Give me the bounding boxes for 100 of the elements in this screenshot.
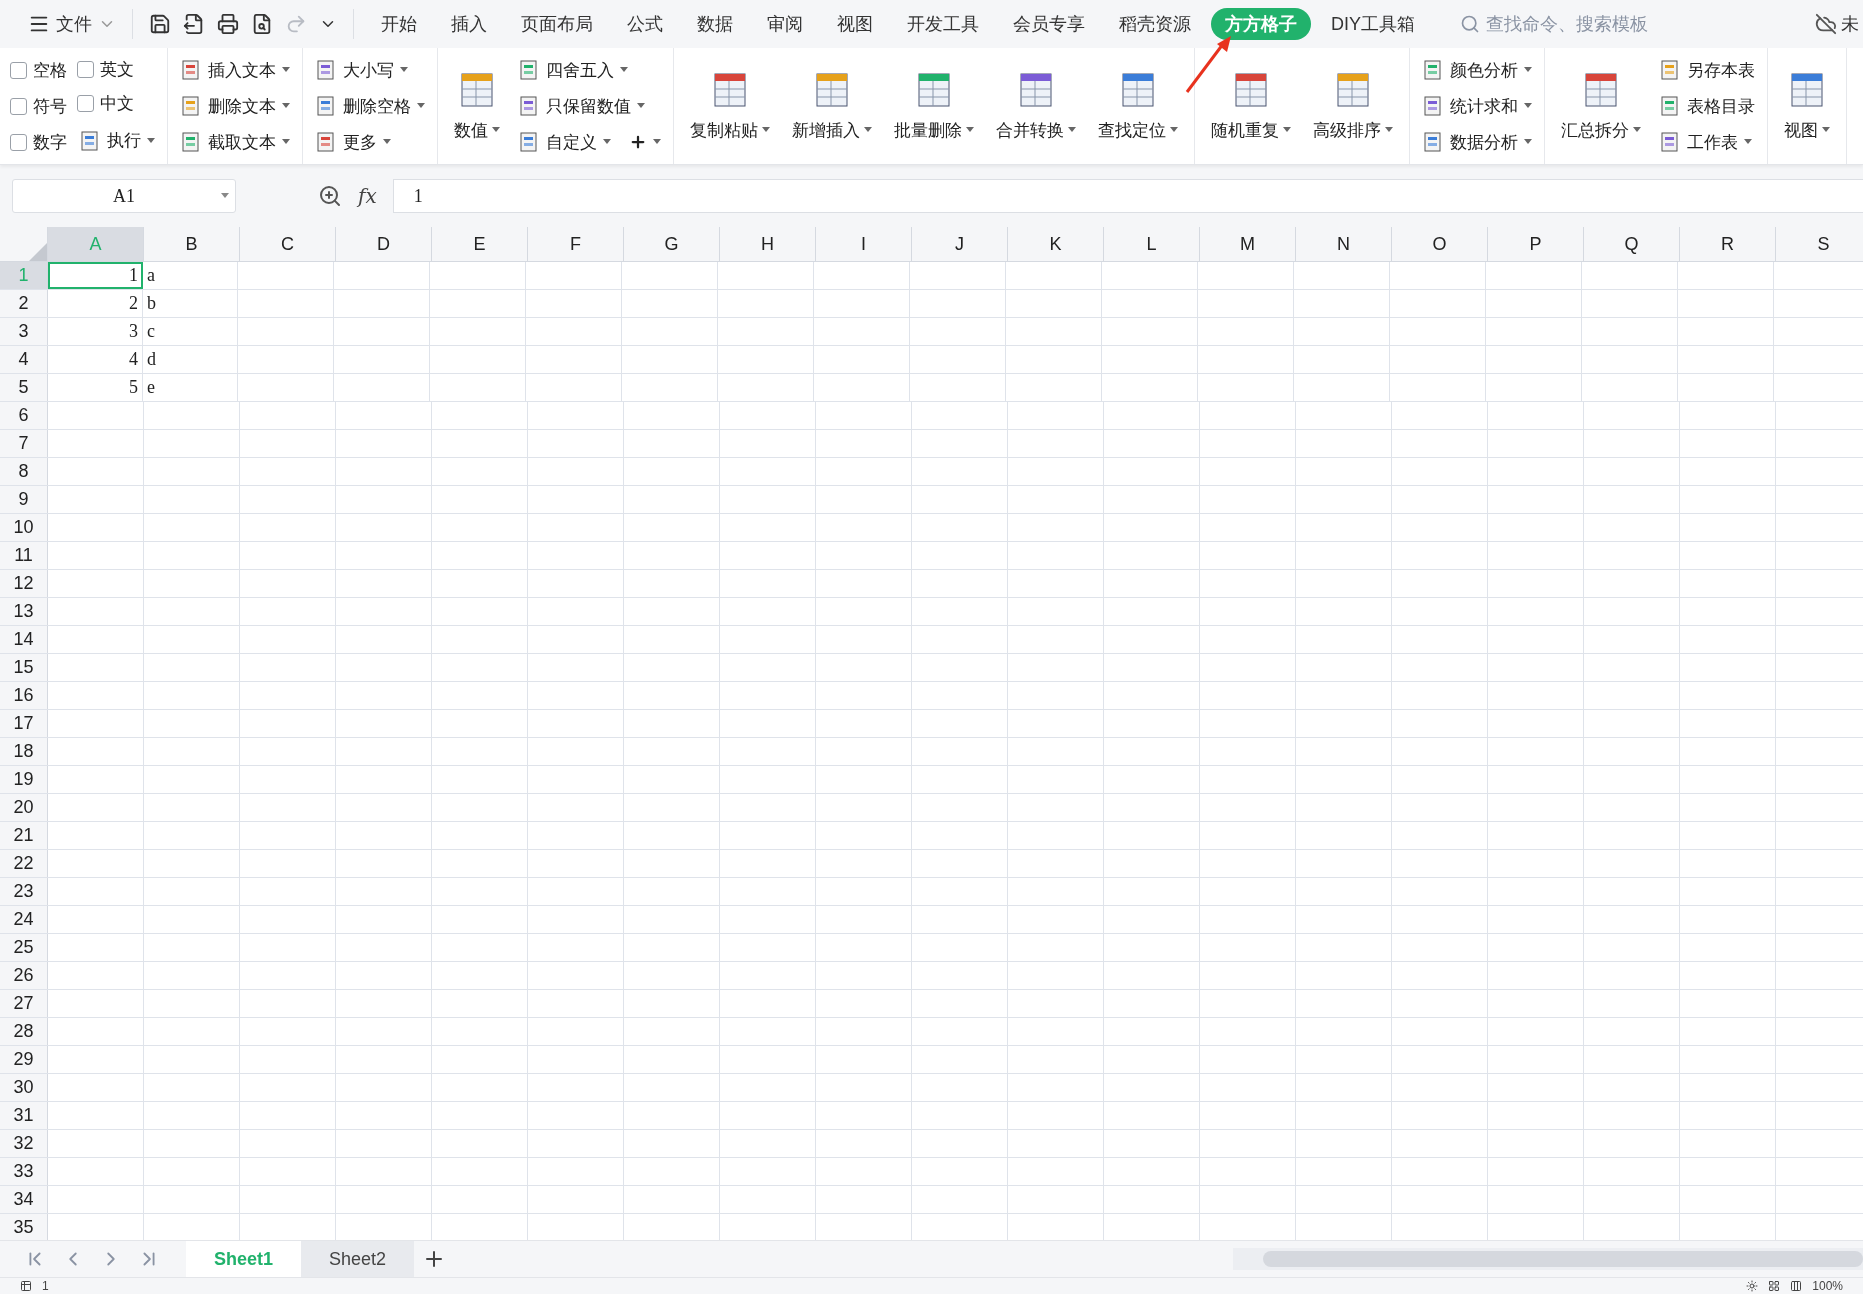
ribbon-button[interactable]: 数值	[448, 68, 506, 144]
column-header[interactable]: L	[1104, 227, 1200, 261]
ribbon-button[interactable]: 汇总拆分	[1555, 68, 1647, 144]
row-header[interactable]: 13	[0, 598, 48, 625]
ribbon-button[interactable]: 批量删除	[888, 68, 980, 144]
checkbox[interactable]	[77, 95, 94, 113]
menu-tab[interactable]: 插入	[437, 8, 501, 40]
menu-tab[interactable]: 稻壳资源	[1105, 8, 1205, 40]
ribbon-button[interactable]: 颜色分析	[1420, 56, 1534, 84]
row-header[interactable]: 21	[0, 822, 48, 849]
menu-tab[interactable]: 公式	[613, 8, 677, 40]
row-header[interactable]: 5	[0, 374, 48, 401]
row-header[interactable]: 6	[0, 402, 48, 429]
row-header[interactable]: 17	[0, 710, 48, 737]
file-menu[interactable]: 文件	[22, 7, 122, 41]
zoom-icon[interactable]	[318, 184, 342, 208]
column-header[interactable]: C	[240, 227, 336, 261]
ribbon-button[interactable]: 查找定位	[1092, 68, 1184, 144]
row-header[interactable]: 20	[0, 794, 48, 821]
row-header[interactable]: 25	[0, 934, 48, 961]
row-header[interactable]: 31	[0, 1102, 48, 1129]
ribbon-button[interactable]: 数据分析	[1420, 128, 1534, 156]
column-header[interactable]: H	[720, 227, 816, 261]
row-header[interactable]: 7	[0, 430, 48, 457]
row-header[interactable]: 2	[0, 290, 48, 317]
ribbon-button[interactable]: 另存本表	[1657, 56, 1757, 84]
row-header[interactable]: 19	[0, 766, 48, 793]
column-header[interactable]: S	[1776, 227, 1863, 261]
checkbox[interactable]	[77, 60, 94, 78]
column-header[interactable]: B	[144, 227, 240, 261]
ribbon-button[interactable]: 随机重复	[1205, 68, 1297, 144]
normal-view-icon[interactable]	[1768, 1280, 1781, 1292]
ribbon-button[interactable]: 工作表	[1657, 128, 1757, 156]
row-header[interactable]: 16	[0, 682, 48, 709]
column-header[interactable]: N	[1296, 227, 1392, 261]
ribbon-button[interactable]: 合并转换	[990, 68, 1082, 144]
column-header[interactable]: K	[1008, 227, 1104, 261]
row-header[interactable]: 35	[0, 1214, 48, 1240]
brightness-icon[interactable]	[1746, 1280, 1759, 1292]
row-header[interactable]: 3	[0, 318, 48, 345]
menu-tab[interactable]: 视图	[823, 8, 887, 40]
ribbon-button[interactable]: 只保留数值	[516, 92, 663, 120]
column-header[interactable]: P	[1488, 227, 1584, 261]
checkbox[interactable]	[10, 133, 27, 151]
row-header[interactable]: 28	[0, 1018, 48, 1045]
column-header[interactable]: I	[816, 227, 912, 261]
row-header[interactable]: 24	[0, 906, 48, 933]
row-header[interactable]: 8	[0, 458, 48, 485]
column-header[interactable]: D	[336, 227, 432, 261]
ribbon-button[interactable]: 表格目录	[1657, 92, 1757, 120]
ribbon-button[interactable]: 删除文本	[178, 92, 292, 120]
row-header[interactable]: 26	[0, 962, 48, 989]
ribbon-button[interactable]: 插入文本	[178, 56, 292, 84]
row-header[interactable]: 4	[0, 346, 48, 373]
menu-tab[interactable]: 开发工具	[893, 8, 993, 40]
row-header[interactable]: 32	[0, 1130, 48, 1157]
menu-tab[interactable]: 开始	[367, 8, 431, 40]
menu-tab[interactable]: 数据	[683, 8, 747, 40]
formula-field[interactable]: 1	[392, 179, 1863, 213]
row-header[interactable]: 18	[0, 738, 48, 765]
column-header[interactable]: G	[624, 227, 720, 261]
page-view-icon[interactable]	[1790, 1280, 1803, 1292]
menu-tab[interactable]: DIY工具箱	[1317, 8, 1429, 40]
ribbon-button[interactable]: 大小写	[313, 56, 427, 84]
name-box[interactable]: A1	[12, 179, 236, 213]
column-header[interactable]: O	[1392, 227, 1488, 261]
ribbon-button[interactable]: 自定义	[516, 128, 613, 156]
sheet-tab[interactable]: Sheet2	[301, 1241, 415, 1277]
row-header[interactable]: 14	[0, 626, 48, 653]
row-header[interactable]: 27	[0, 990, 48, 1017]
row-header[interactable]: 10	[0, 514, 48, 541]
row-header[interactable]: 22	[0, 850, 48, 877]
row-header[interactable]: 33	[0, 1158, 48, 1185]
column-header[interactable]: Q	[1584, 227, 1680, 261]
zoom-level[interactable]: 100%	[1812, 1279, 1843, 1293]
row-header[interactable]: 34	[0, 1186, 48, 1213]
column-header[interactable]: R	[1680, 227, 1776, 261]
row-header[interactable]: 9	[0, 486, 48, 513]
ribbon-button[interactable]: 截取文本	[178, 128, 292, 156]
ribbon-button[interactable]: 更多	[313, 128, 427, 156]
row-header[interactable]: 23	[0, 878, 48, 905]
ribbon-button[interactable]: 删除空格	[313, 92, 427, 120]
row-header[interactable]: 29	[0, 1046, 48, 1073]
ribbon-button[interactable]: 新增插入	[786, 68, 878, 144]
ribbon-button[interactable]: 视图	[1778, 68, 1836, 144]
ribbon-button[interactable]: 四舍五入	[516, 56, 663, 84]
ribbon-button[interactable]: 高级排序	[1307, 68, 1399, 144]
column-header[interactable]: M	[1200, 227, 1296, 261]
ribbon-button[interactable]: 复制粘贴	[684, 68, 776, 144]
menu-tab[interactable]: 会员专享	[999, 8, 1099, 40]
checkbox[interactable]	[10, 61, 27, 79]
ribbon-button[interactable]: 统计求和	[1420, 92, 1534, 120]
row-header[interactable]: 30	[0, 1074, 48, 1101]
row-header[interactable]: 12	[0, 570, 48, 597]
function-label[interactable]: fx	[358, 184, 377, 208]
column-header[interactable]: J	[912, 227, 1008, 261]
ribbon-button[interactable]: 执行	[77, 127, 157, 155]
row-header[interactable]: 11	[0, 542, 48, 569]
horizontal-scrollbar[interactable]	[1233, 1248, 1863, 1270]
menu-tab[interactable]: 审阅	[753, 8, 817, 40]
